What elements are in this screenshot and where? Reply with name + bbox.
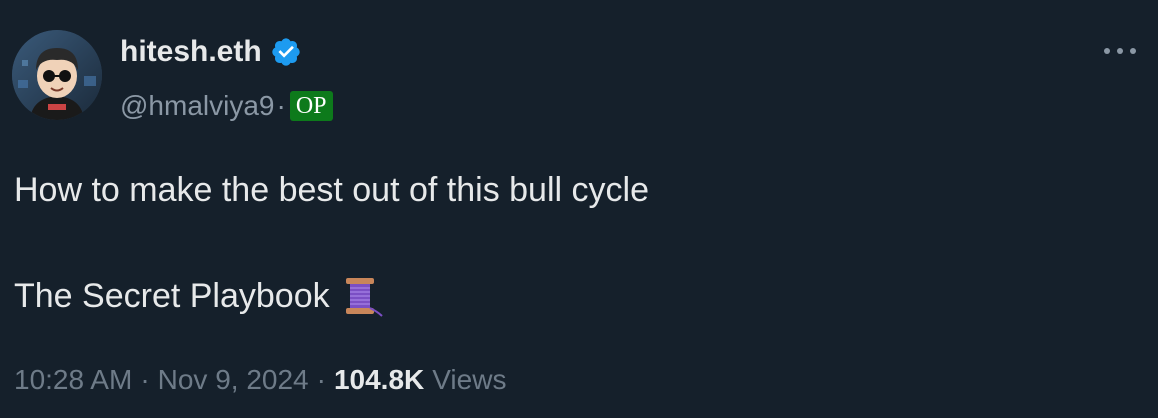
tweet-text-line-2-text: The Secret Playbook	[14, 277, 330, 315]
tweet-meta: 10:28 AM · Nov 9, 2024 · 104.8K Views	[14, 360, 506, 400]
handle[interactable]: @hmalviya9	[120, 86, 274, 126]
thread-spool-icon	[340, 274, 384, 318]
display-name-text: hitesh.eth	[120, 35, 262, 68]
op-badge: OP	[289, 91, 333, 121]
handle-separator: ·	[276, 90, 286, 121]
avatar[interactable]	[12, 30, 102, 120]
tweet-text-line-2: The Secret Playbook	[14, 274, 384, 318]
more-horizontal-icon	[1104, 48, 1136, 54]
meta-separator: ·	[316, 364, 326, 395]
verified-badge-icon[interactable]	[270, 36, 302, 68]
display-name[interactable]: hitesh.eth	[120, 32, 302, 72]
tweet-text-line-1: How to make the best out of this bull cy…	[14, 171, 649, 209]
views-label: Views	[432, 364, 507, 395]
meta-separator: ·	[140, 364, 150, 395]
handle-row: @hmalviya9 · OP	[120, 86, 333, 126]
tweet-time[interactable]: 10:28 AM	[14, 360, 132, 400]
more-button[interactable]	[1100, 36, 1140, 66]
tweet-card: hitesh.eth @hmalviya9 · OP How to make t…	[0, 0, 1158, 418]
views-count[interactable]: 104.8K	[334, 360, 424, 400]
tweet-date[interactable]: Nov 9, 2024	[158, 360, 309, 400]
avatar-image	[12, 30, 102, 120]
